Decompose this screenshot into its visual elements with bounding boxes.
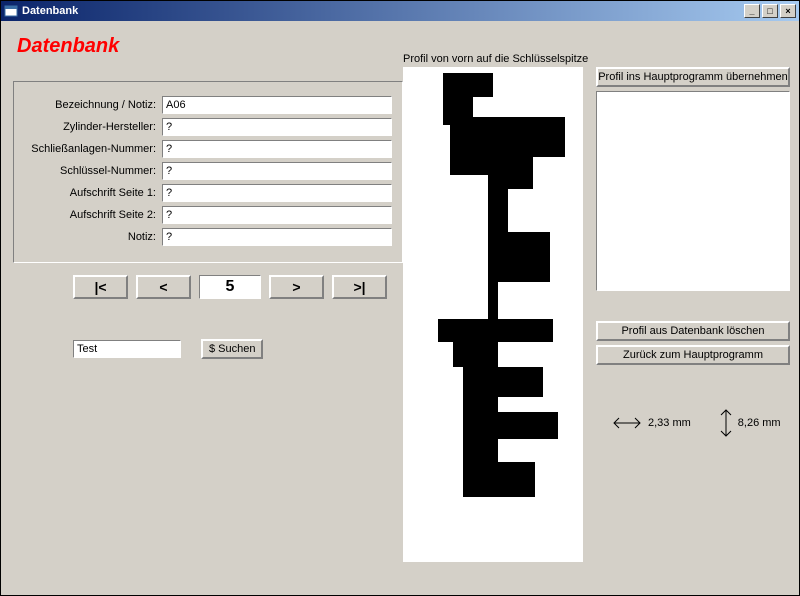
- app-icon: [4, 4, 18, 18]
- key-profile-shape-icon: [403, 67, 583, 562]
- label-hersteller: Zylinder-Hersteller:: [24, 121, 162, 133]
- back-button[interactable]: Zurück zum Hauptprogramm: [596, 345, 790, 365]
- label-schluessel: Schlüssel-Nummer:: [24, 165, 162, 177]
- key-profile-image: [403, 67, 583, 562]
- search-row: $ Suchen: [73, 339, 263, 359]
- input-anlagen[interactable]: [162, 140, 392, 158]
- label-anlagen: Schließanlagen-Nummer:: [24, 143, 162, 155]
- minimize-button[interactable]: _: [744, 4, 760, 18]
- nav-prev-button[interactable]: <: [136, 275, 191, 299]
- input-seite2[interactable]: [162, 206, 392, 224]
- label-seite2: Aufschrift Seite 2:: [24, 209, 162, 221]
- preview-box: [596, 91, 790, 291]
- record-form: Bezeichnung / Notiz: Zylinder-Hersteller…: [13, 81, 403, 263]
- input-schluessel[interactable]: [162, 162, 392, 180]
- height-dimension: 8,26 mm: [719, 407, 781, 439]
- window-title: Datenbank: [22, 5, 744, 17]
- width-value: 2,33 mm: [648, 417, 691, 429]
- vertical-arrow-icon: [719, 407, 733, 439]
- profile-caption: Profil von vorn auf die Schlüsselspitze: [403, 53, 588, 65]
- label-bez: Bezeichnung / Notiz:: [24, 99, 162, 111]
- nav-first-button[interactable]: |<: [73, 275, 128, 299]
- label-seite1: Aufschrift Seite 1:: [24, 187, 162, 199]
- search-button[interactable]: $ Suchen: [201, 339, 263, 359]
- app-window: Datenbank _ □ × Datenbank Bezeichnung / …: [0, 0, 800, 596]
- delete-profile-button[interactable]: Profil aus Datenbank löschen: [596, 321, 790, 341]
- horizontal-arrow-icon: [611, 416, 643, 430]
- nav-last-button[interactable]: >|: [332, 275, 387, 299]
- nav-next-button[interactable]: >: [269, 275, 324, 299]
- titlebar-controls: _ □ ×: [744, 4, 796, 18]
- height-value: 8,26 mm: [738, 417, 781, 429]
- input-seite1[interactable]: [162, 184, 392, 202]
- apply-profile-button[interactable]: Profil ins Hauptprogramm übernehmen: [596, 67, 790, 87]
- close-button[interactable]: ×: [780, 4, 796, 18]
- right-panel: Profil ins Hauptprogramm übernehmen Prof…: [596, 67, 790, 369]
- input-bez[interactable]: [162, 96, 392, 114]
- input-hersteller[interactable]: [162, 118, 392, 136]
- client-area: Datenbank Bezeichnung / Notiz: Zylinder-…: [1, 21, 799, 595]
- titlebar: Datenbank _ □ ×: [1, 1, 799, 21]
- maximize-button[interactable]: □: [762, 4, 778, 18]
- input-notiz[interactable]: [162, 228, 392, 246]
- record-navigator: |< < 5 > >|: [73, 275, 387, 299]
- search-input[interactable]: [73, 340, 181, 358]
- width-dimension: 2,33 mm: [611, 416, 691, 430]
- dimensions-readout: 2,33 mm 8,26 mm: [611, 407, 781, 439]
- nav-current-record: 5: [199, 275, 261, 299]
- label-notiz: Notiz:: [24, 231, 162, 243]
